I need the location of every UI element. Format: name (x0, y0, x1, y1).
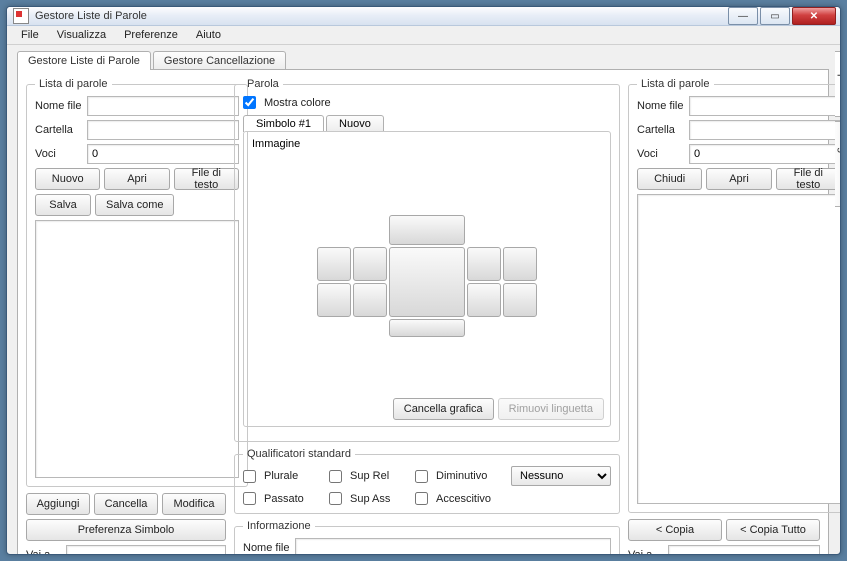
left-wordlist-group: Lista di parole Nome file Cartella Voci … (26, 78, 248, 487)
right-wordlist-group: Lista di parole Nome file Cartella Voci … (628, 78, 841, 513)
right-textfile-button[interactable]: File di testo (776, 168, 841, 190)
side-tabstrip: Copiatore Progettazione (835, 51, 841, 555)
menu-preferences[interactable]: Preferenze (116, 26, 186, 44)
right-goto-label: Vai a (628, 549, 664, 555)
image-slot-top[interactable] (389, 215, 465, 245)
image-slot-r2[interactable] (503, 247, 537, 281)
sidetab-designer[interactable]: Progettazione (835, 121, 841, 207)
plural-check[interactable]: Plurale (243, 470, 323, 483)
image-slot-r3[interactable] (467, 283, 501, 317)
menu-view[interactable]: Visualizza (49, 26, 114, 44)
right-open-button[interactable]: Apri (706, 168, 771, 190)
tab-wordlist-manager[interactable]: Gestore Liste di Parole (17, 51, 151, 70)
content-area: Gestore Liste di Parole Gestore Cancella… (7, 45, 840, 555)
past-check[interactable]: Passato (243, 492, 323, 505)
saveas-button[interactable]: Salva come (95, 194, 174, 216)
delete-button[interactable]: Cancella (94, 493, 158, 515)
right-filename-label: Nome file (637, 100, 685, 112)
image-slot-l4[interactable] (353, 283, 387, 317)
right-voices-label: Voci (637, 148, 685, 160)
left-voices-input[interactable] (87, 144, 239, 164)
left-folder-input[interactable] (87, 120, 239, 140)
showcolor-checkbox[interactable] (243, 96, 256, 109)
menubar: File Visualizza Preferenze Aiuto (7, 26, 840, 45)
image-slot-l1[interactable] (317, 247, 351, 281)
left-goto-label: Vai a (26, 549, 62, 555)
info-filename-input[interactable] (295, 538, 611, 555)
titlebar: Gestore Liste di Parole — ▭ ✕ (7, 7, 840, 26)
tab-body: Lista di parole Nome file Cartella Voci … (17, 69, 829, 555)
image-slot-r1[interactable] (467, 247, 501, 281)
suprel-check[interactable]: Sup Rel (329, 470, 409, 483)
qualifiers-group: Qualificatori standard Plurale Sup Rel D… (234, 448, 620, 514)
window-title: Gestore Liste di Parole (35, 10, 728, 22)
left-goto-input[interactable] (66, 545, 226, 555)
augmentative-check[interactable]: Accescitivo (415, 492, 505, 505)
menu-help[interactable]: Aiuto (188, 26, 229, 44)
qualifiers-legend: Qualificatori standard (243, 448, 355, 460)
edit-button[interactable]: Modifica (162, 493, 226, 515)
symbol-tabstrip: Simbolo #1 Nuovo (243, 115, 611, 132)
right-folder-label: Cartella (637, 124, 685, 136)
save-button[interactable]: Salva (35, 194, 91, 216)
open-button[interactable]: Apri (104, 168, 169, 190)
new-button[interactable]: Nuovo (35, 168, 100, 190)
cancel-graphic-button[interactable]: Cancella grafica (393, 398, 494, 420)
sidetab-copier[interactable]: Copiatore (835, 51, 841, 117)
left-wordlist-legend: Lista di parole (35, 78, 112, 90)
right-close-button[interactable]: Chiudi (637, 168, 702, 190)
app-icon (13, 8, 29, 24)
qualifier-select[interactable]: Nessuno (511, 466, 611, 486)
left-filename-label: Nome file (35, 100, 83, 112)
window-controls: — ▭ ✕ (728, 7, 836, 25)
showcolor-check[interactable]: Mostra colore (243, 96, 611, 109)
info-legend: Informazione (243, 520, 315, 532)
right-listbox[interactable] (637, 194, 841, 504)
left-filename-input[interactable] (87, 96, 239, 116)
left-listbox[interactable] (35, 220, 239, 478)
middle-panel: Parola Mostra colore Simbolo #1 Nuovo Im… (234, 78, 620, 555)
right-panel: Lista di parole Nome file Cartella Voci … (628, 78, 820, 555)
right-voices-input[interactable] (689, 144, 841, 164)
word-group: Parola Mostra colore Simbolo #1 Nuovo Im… (234, 78, 620, 442)
right-filename-input[interactable] (689, 96, 841, 116)
menu-file[interactable]: File (13, 26, 47, 44)
symbol-pref-button[interactable]: Preferenza Simbolo (26, 519, 226, 541)
tab-deletion-manager[interactable]: Gestore Cancellazione (153, 51, 286, 70)
close-button[interactable]: ✕ (792, 7, 836, 25)
remove-tab-button[interactable]: Rimuovi linguetta (498, 398, 604, 420)
left-folder-label: Cartella (35, 124, 83, 136)
left-voices-label: Voci (35, 148, 83, 160)
diminutive-check[interactable]: Diminutivo (415, 470, 505, 483)
image-slot-bottom[interactable] (389, 319, 465, 337)
image-slot-center[interactable] (389, 247, 465, 317)
supass-check[interactable]: Sup Ass (329, 492, 409, 505)
image-slot-l2[interactable] (353, 247, 387, 281)
image-slot-r4[interactable] (503, 283, 537, 317)
image-grid (250, 154, 604, 398)
word-legend: Parola (243, 78, 283, 90)
textfile-button[interactable]: File di testo (174, 168, 239, 190)
symbol-tab-new[interactable]: Nuovo (326, 115, 384, 132)
main-tabstrip: Gestore Liste di Parole Gestore Cancella… (17, 51, 829, 70)
symbol-tab-1[interactable]: Simbolo #1 (243, 115, 324, 132)
left-panel: Lista di parole Nome file Cartella Voci … (26, 78, 226, 555)
image-group: Immagine (243, 131, 611, 427)
minimize-button[interactable]: — (728, 7, 758, 25)
info-group: Informazione Nome file Cartella (234, 520, 620, 555)
add-button[interactable]: Aggiungi (26, 493, 90, 515)
info-filename-label: Nome file (243, 542, 291, 554)
image-slot-l3[interactable] (317, 283, 351, 317)
main-window: Gestore Liste di Parole — ▭ ✕ File Visua… (6, 6, 841, 555)
image-legend: Immagine (250, 138, 604, 154)
copy-button[interactable]: < Copia (628, 519, 722, 541)
maximize-button[interactable]: ▭ (760, 7, 790, 25)
right-wordlist-legend: Lista di parole (637, 78, 714, 90)
right-goto-input[interactable] (668, 545, 820, 555)
right-folder-input[interactable] (689, 120, 841, 140)
copy-all-button[interactable]: < Copia Tutto (726, 519, 820, 541)
